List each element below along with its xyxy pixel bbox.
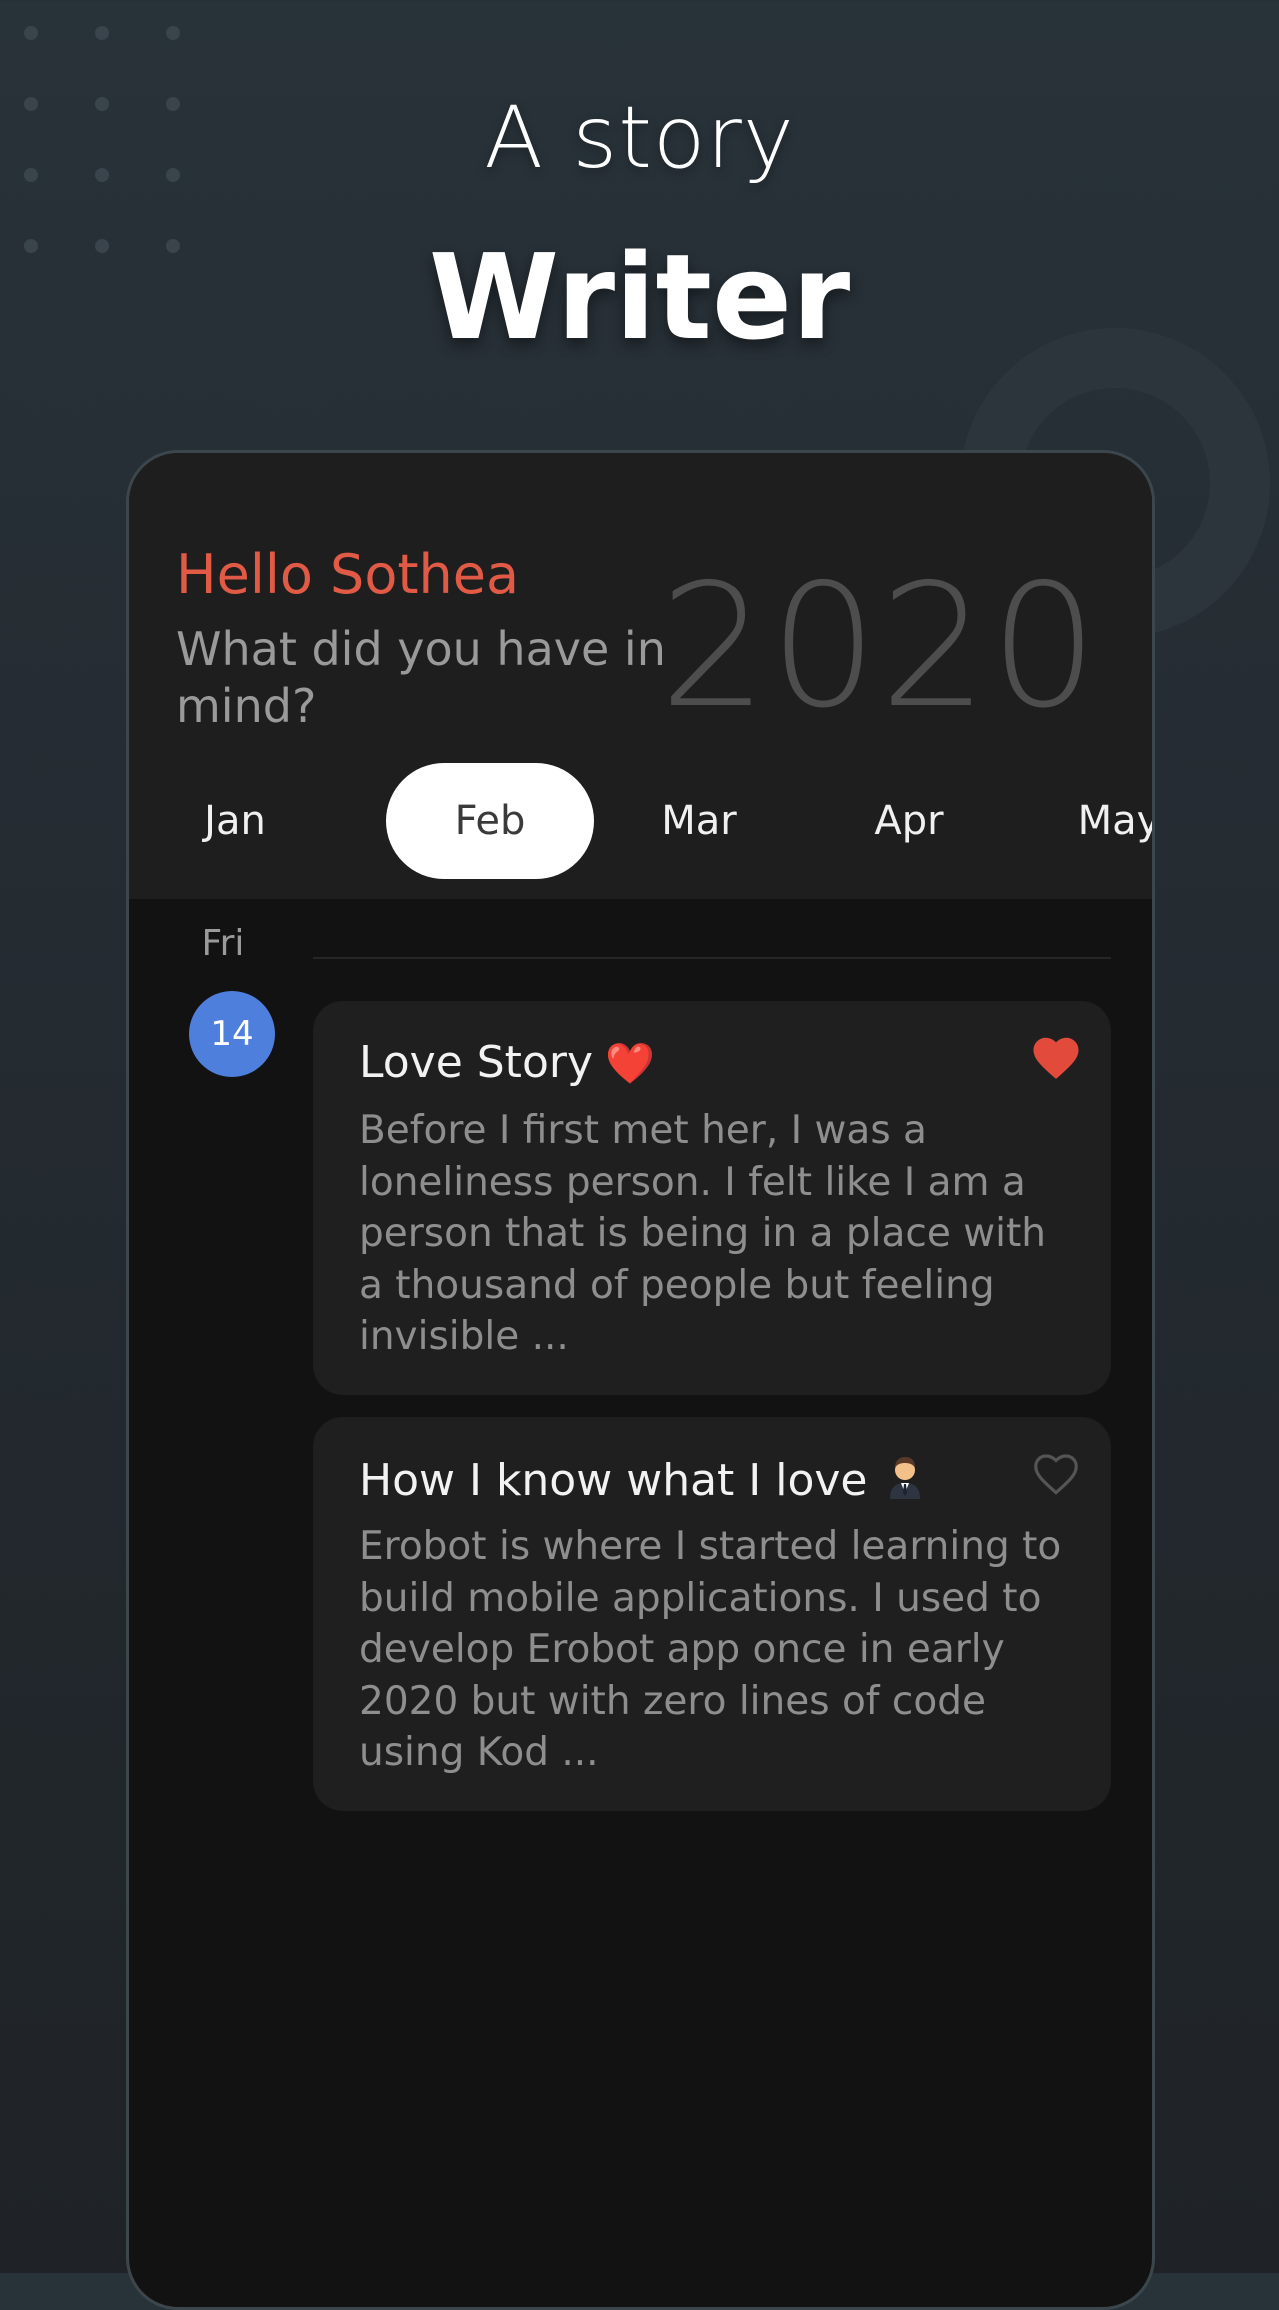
year-label[interactable]: 2020 xyxy=(659,548,1100,746)
story-excerpt: Erobot is where I started learning to bu… xyxy=(359,1524,1062,1775)
month-tab-mar[interactable]: Mar xyxy=(595,763,803,879)
heart-outline-icon[interactable] xyxy=(1029,1447,1083,1501)
story-title: Love Story xyxy=(359,1037,593,1088)
story-title-row: Love Story ❤️ xyxy=(359,1037,655,1088)
day-number-badge[interactable]: 14 xyxy=(189,991,275,1077)
day-divider xyxy=(313,957,1111,959)
story-card[interactable]: How I know what I love Erobot is where I… xyxy=(313,1417,1111,1811)
decorative-dot xyxy=(24,26,38,40)
man-in-suit-emoji xyxy=(889,1457,920,1499)
story-title-row: How I know what I love xyxy=(359,1453,928,1506)
day-name-label: Fri xyxy=(201,923,245,964)
story-title: How I know what I love xyxy=(359,1455,868,1506)
story-excerpt: Before I first met her, I was a loneline… xyxy=(359,1108,1046,1359)
month-tab-apr[interactable]: Apr xyxy=(805,763,1013,879)
story-card[interactable]: Love Story ❤️ Before I first met her, I w… xyxy=(313,1001,1111,1395)
prompt-text: What did you have in mind? xyxy=(176,622,666,733)
decorative-dot xyxy=(95,26,109,40)
month-selector: Jan Feb Mar Apr May xyxy=(129,763,1152,879)
decorative-dot xyxy=(166,26,180,40)
month-tab-feb[interactable]: Feb xyxy=(386,763,594,879)
heart-filled-icon[interactable] xyxy=(1029,1031,1083,1085)
app-header: Hello Sothea What did you have in mind? … xyxy=(129,453,1152,899)
heart-emoji: ❤️ xyxy=(605,1041,655,1087)
promo-headline-line2: Writer xyxy=(428,228,851,366)
phone-screen: Hello Sothea What did you have in mind? … xyxy=(126,450,1155,2310)
greeting-text: Hello Sothea xyxy=(176,543,520,606)
month-tab-may[interactable]: May xyxy=(1015,763,1152,879)
promo-headline-line1: A story xyxy=(484,88,795,188)
month-tab-jan[interactable]: Jan xyxy=(131,763,339,879)
